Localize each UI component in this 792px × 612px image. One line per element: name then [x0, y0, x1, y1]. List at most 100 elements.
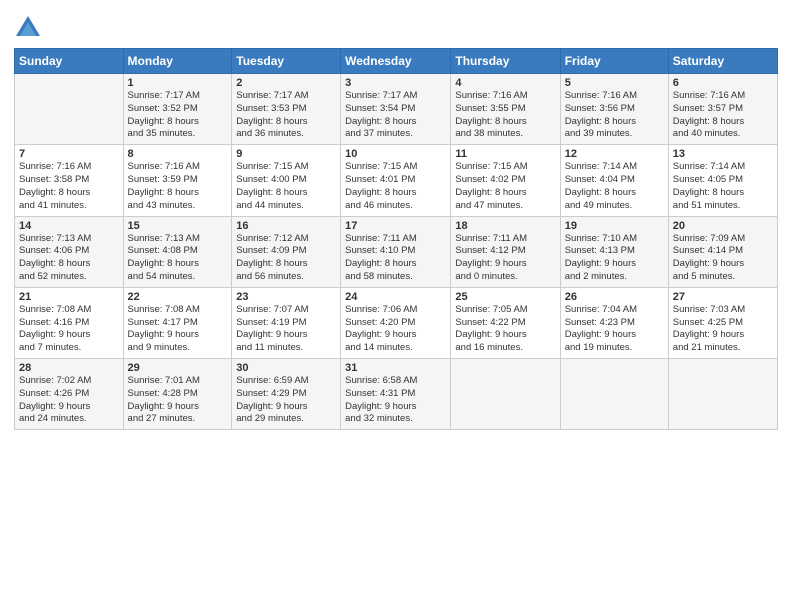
- day-number: 7: [19, 148, 119, 160]
- day-cell: 2Sunrise: 7:17 AMSunset: 3:53 PMDaylight…: [232, 74, 341, 145]
- day-number: 30: [236, 362, 336, 374]
- day-info: Sunrise: 7:13 AMSunset: 4:08 PMDaylight:…: [128, 233, 228, 284]
- day-cell: 28Sunrise: 7:02 AMSunset: 4:26 PMDayligh…: [15, 359, 124, 430]
- day-info: Sunrise: 7:17 AMSunset: 3:53 PMDaylight:…: [236, 90, 336, 141]
- day-cell: 29Sunrise: 7:01 AMSunset: 4:28 PMDayligh…: [123, 359, 232, 430]
- day-cell: 13Sunrise: 7:14 AMSunset: 4:05 PMDayligh…: [668, 145, 777, 216]
- col-header-monday: Monday: [123, 49, 232, 74]
- day-cell: 3Sunrise: 7:17 AMSunset: 3:54 PMDaylight…: [341, 74, 451, 145]
- day-number: 10: [345, 148, 446, 160]
- col-header-wednesday: Wednesday: [341, 49, 451, 74]
- day-info: Sunrise: 6:58 AMSunset: 4:31 PMDaylight:…: [345, 375, 446, 426]
- day-cell: 6Sunrise: 7:16 AMSunset: 3:57 PMDaylight…: [668, 74, 777, 145]
- day-number: 14: [19, 220, 119, 232]
- header-row: SundayMondayTuesdayWednesdayThursdayFrid…: [15, 49, 778, 74]
- day-info: Sunrise: 7:12 AMSunset: 4:09 PMDaylight:…: [236, 233, 336, 284]
- day-number: 18: [455, 220, 555, 232]
- day-info: Sunrise: 7:02 AMSunset: 4:26 PMDaylight:…: [19, 375, 119, 426]
- day-number: 29: [128, 362, 228, 374]
- day-info: Sunrise: 7:11 AMSunset: 4:12 PMDaylight:…: [455, 233, 555, 284]
- day-cell: [668, 359, 777, 430]
- day-cell: 25Sunrise: 7:05 AMSunset: 4:22 PMDayligh…: [451, 287, 560, 358]
- day-info: Sunrise: 7:15 AMSunset: 4:02 PMDaylight:…: [455, 161, 555, 212]
- col-header-thursday: Thursday: [451, 49, 560, 74]
- day-number: 16: [236, 220, 336, 232]
- day-number: 31: [345, 362, 446, 374]
- day-info: Sunrise: 7:01 AMSunset: 4:28 PMDaylight:…: [128, 375, 228, 426]
- day-cell: 19Sunrise: 7:10 AMSunset: 4:13 PMDayligh…: [560, 216, 668, 287]
- day-number: 25: [455, 291, 555, 303]
- day-number: 21: [19, 291, 119, 303]
- day-number: 24: [345, 291, 446, 303]
- day-number: 1: [128, 77, 228, 89]
- day-number: 2: [236, 77, 336, 89]
- day-info: Sunrise: 7:16 AMSunset: 3:58 PMDaylight:…: [19, 161, 119, 212]
- day-info: Sunrise: 7:09 AMSunset: 4:14 PMDaylight:…: [673, 233, 773, 284]
- day-cell: 8Sunrise: 7:16 AMSunset: 3:59 PMDaylight…: [123, 145, 232, 216]
- day-info: Sunrise: 7:14 AMSunset: 4:05 PMDaylight:…: [673, 161, 773, 212]
- day-number: 11: [455, 148, 555, 160]
- day-number: 5: [565, 77, 664, 89]
- day-info: Sunrise: 7:16 AMSunset: 3:57 PMDaylight:…: [673, 90, 773, 141]
- day-number: 26: [565, 291, 664, 303]
- day-cell: 24Sunrise: 7:06 AMSunset: 4:20 PMDayligh…: [341, 287, 451, 358]
- day-number: 9: [236, 148, 336, 160]
- day-info: Sunrise: 7:14 AMSunset: 4:04 PMDaylight:…: [565, 161, 664, 212]
- day-number: 19: [565, 220, 664, 232]
- day-info: Sunrise: 7:16 AMSunset: 3:56 PMDaylight:…: [565, 90, 664, 141]
- day-number: 13: [673, 148, 773, 160]
- day-number: 8: [128, 148, 228, 160]
- day-cell: 30Sunrise: 6:59 AMSunset: 4:29 PMDayligh…: [232, 359, 341, 430]
- day-info: Sunrise: 7:11 AMSunset: 4:10 PMDaylight:…: [345, 233, 446, 284]
- day-cell: 1Sunrise: 7:17 AMSunset: 3:52 PMDaylight…: [123, 74, 232, 145]
- day-number: 27: [673, 291, 773, 303]
- day-number: 22: [128, 291, 228, 303]
- day-number: 3: [345, 77, 446, 89]
- day-number: 17: [345, 220, 446, 232]
- logo: [14, 14, 44, 42]
- week-row-4: 21Sunrise: 7:08 AMSunset: 4:16 PMDayligh…: [15, 287, 778, 358]
- week-row-3: 14Sunrise: 7:13 AMSunset: 4:06 PMDayligh…: [15, 216, 778, 287]
- day-number: 28: [19, 362, 119, 374]
- page-container: SundayMondayTuesdayWednesdayThursdayFrid…: [0, 0, 792, 440]
- col-header-saturday: Saturday: [668, 49, 777, 74]
- col-header-friday: Friday: [560, 49, 668, 74]
- day-info: Sunrise: 7:16 AMSunset: 3:55 PMDaylight:…: [455, 90, 555, 141]
- day-number: 6: [673, 77, 773, 89]
- day-info: Sunrise: 7:03 AMSunset: 4:25 PMDaylight:…: [673, 304, 773, 355]
- calendar-table: SundayMondayTuesdayWednesdayThursdayFrid…: [14, 48, 778, 430]
- day-cell: 15Sunrise: 7:13 AMSunset: 4:08 PMDayligh…: [123, 216, 232, 287]
- day-cell: 31Sunrise: 6:58 AMSunset: 4:31 PMDayligh…: [341, 359, 451, 430]
- day-cell: 17Sunrise: 7:11 AMSunset: 4:10 PMDayligh…: [341, 216, 451, 287]
- day-number: 23: [236, 291, 336, 303]
- day-number: 12: [565, 148, 664, 160]
- day-number: 15: [128, 220, 228, 232]
- day-info: Sunrise: 7:05 AMSunset: 4:22 PMDaylight:…: [455, 304, 555, 355]
- day-info: Sunrise: 7:06 AMSunset: 4:20 PMDaylight:…: [345, 304, 446, 355]
- day-cell: 10Sunrise: 7:15 AMSunset: 4:01 PMDayligh…: [341, 145, 451, 216]
- day-info: Sunrise: 7:08 AMSunset: 4:17 PMDaylight:…: [128, 304, 228, 355]
- day-info: Sunrise: 6:59 AMSunset: 4:29 PMDaylight:…: [236, 375, 336, 426]
- day-info: Sunrise: 7:07 AMSunset: 4:19 PMDaylight:…: [236, 304, 336, 355]
- day-cell: 5Sunrise: 7:16 AMSunset: 3:56 PMDaylight…: [560, 74, 668, 145]
- day-cell: 22Sunrise: 7:08 AMSunset: 4:17 PMDayligh…: [123, 287, 232, 358]
- day-cell: [15, 74, 124, 145]
- day-info: Sunrise: 7:17 AMSunset: 3:54 PMDaylight:…: [345, 90, 446, 141]
- day-info: Sunrise: 7:04 AMSunset: 4:23 PMDaylight:…: [565, 304, 664, 355]
- header: [14, 10, 778, 42]
- week-row-1: 1Sunrise: 7:17 AMSunset: 3:52 PMDaylight…: [15, 74, 778, 145]
- day-cell: [451, 359, 560, 430]
- day-cell: 26Sunrise: 7:04 AMSunset: 4:23 PMDayligh…: [560, 287, 668, 358]
- week-row-2: 7Sunrise: 7:16 AMSunset: 3:58 PMDaylight…: [15, 145, 778, 216]
- day-cell: 20Sunrise: 7:09 AMSunset: 4:14 PMDayligh…: [668, 216, 777, 287]
- day-info: Sunrise: 7:16 AMSunset: 3:59 PMDaylight:…: [128, 161, 228, 212]
- day-info: Sunrise: 7:15 AMSunset: 4:00 PMDaylight:…: [236, 161, 336, 212]
- day-cell: 9Sunrise: 7:15 AMSunset: 4:00 PMDaylight…: [232, 145, 341, 216]
- col-header-tuesday: Tuesday: [232, 49, 341, 74]
- day-cell: 12Sunrise: 7:14 AMSunset: 4:04 PMDayligh…: [560, 145, 668, 216]
- day-number: 20: [673, 220, 773, 232]
- day-info: Sunrise: 7:08 AMSunset: 4:16 PMDaylight:…: [19, 304, 119, 355]
- day-cell: [560, 359, 668, 430]
- day-cell: 14Sunrise: 7:13 AMSunset: 4:06 PMDayligh…: [15, 216, 124, 287]
- day-info: Sunrise: 7:13 AMSunset: 4:06 PMDaylight:…: [19, 233, 119, 284]
